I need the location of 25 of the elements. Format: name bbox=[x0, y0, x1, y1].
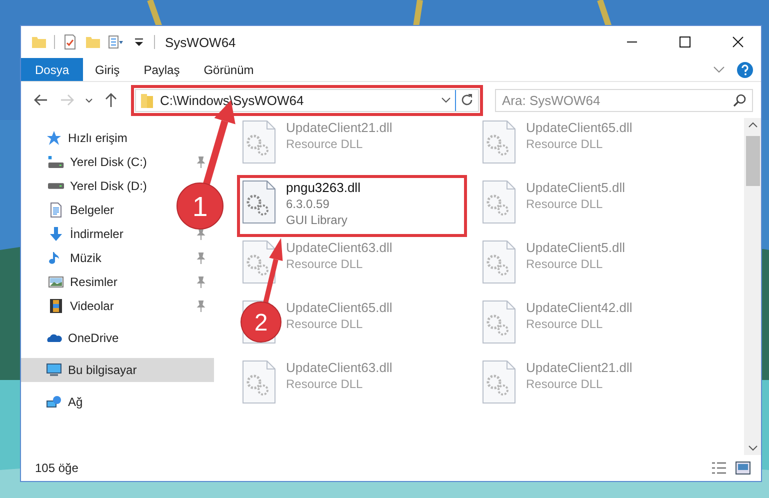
file-name: UpdateClient42.dll bbox=[526, 300, 632, 315]
file-detail: Resource DLL bbox=[286, 137, 364, 151]
file-name: UpdateClient21.dll bbox=[286, 120, 392, 135]
file-detail: Resource DLL bbox=[526, 317, 604, 331]
file-name: UpdateClient63.dll bbox=[286, 240, 392, 255]
callout-number: 1 bbox=[192, 190, 208, 222]
item-count: 105 öğe bbox=[35, 461, 78, 475]
file-detail: Resource DLL bbox=[286, 257, 364, 271]
callout-number: 2 bbox=[254, 310, 268, 337]
file-detail: Resource DLL bbox=[526, 197, 604, 211]
file-detail: Resource DLL bbox=[286, 317, 364, 331]
file-detail: Resource DLL bbox=[526, 137, 604, 151]
file-name: UpdateClient65.dll bbox=[526, 120, 632, 135]
file-detail: 6.3.0.59 bbox=[286, 197, 330, 211]
file-detail: Resource DLL bbox=[526, 377, 604, 391]
file-name: UpdateClient5.dll bbox=[526, 240, 626, 255]
file-name: UpdateClient21.dll bbox=[526, 360, 632, 375]
file-name: UpdateClient63.dll bbox=[286, 360, 392, 375]
file-detail: Resource DLL bbox=[526, 257, 604, 271]
file-name: UpdateClient5.dll bbox=[526, 180, 626, 195]
file-detail: Resource DLL bbox=[286, 377, 364, 391]
file-detail: GUI Library bbox=[286, 213, 348, 227]
file-name: UpdateClient65.dll bbox=[286, 300, 392, 315]
file-name: pngu3263.dll bbox=[286, 180, 360, 195]
window-title: SysWOW64 bbox=[165, 34, 237, 50]
